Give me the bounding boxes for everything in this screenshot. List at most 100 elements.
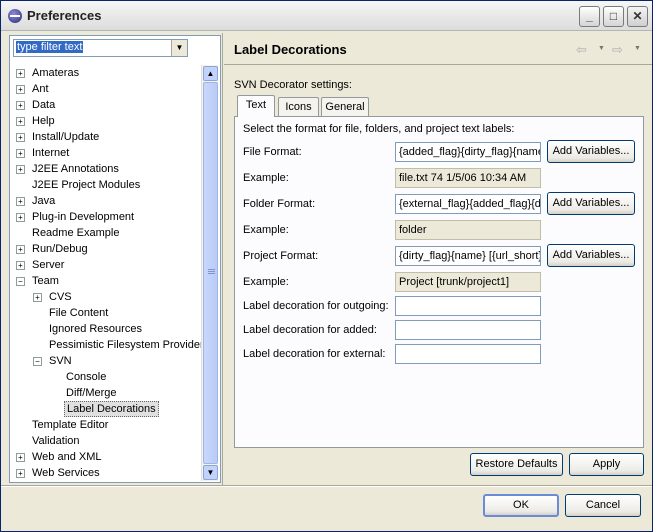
tree-scrollbar[interactable]: ▲ ▼ [201,65,218,481]
folder-format-field[interactable]: {external_flag}{added_flag}{dirty_flag}{… [395,194,541,214]
minimize-button[interactable]: _ [579,6,600,27]
expand-icon[interactable]: + [16,197,25,206]
tree-item[interactable]: Pessimistic Filesystem Provider [13,337,204,353]
tree-item[interactable]: + Help [13,113,201,129]
tree-item-label: Template Editor [32,419,109,431]
tree-item[interactable]: + Web Services [13,465,201,481]
preferences-window: Preferences _ □ ✕ type filter text ▼ + Am… [0,0,653,532]
apply-button[interactable]: Apply [569,453,644,476]
filter-input[interactable]: type filter text [16,41,84,53]
forward-arrow-icon[interactable]: ⇨ [612,42,623,58]
forward-history-dropdown-icon[interactable]: ▼ [634,45,641,52]
tree-item[interactable]: + Amateras [13,65,201,81]
expand-icon[interactable]: + [16,213,25,222]
tree-item[interactable]: + Server [13,257,201,273]
expand-icon[interactable]: + [16,85,25,94]
back-arrow-icon[interactable]: ⇦ [576,42,587,58]
outgoing-decoration-field[interactable] [395,296,541,316]
external-decoration-field[interactable] [395,344,541,364]
cancel-button[interactable]: Cancel [565,494,641,517]
scroll-thumb[interactable] [203,82,218,464]
expand-icon[interactable]: + [16,165,25,174]
tree-item[interactable]: Diff/Merge [13,385,201,401]
expand-icon[interactable]: + [33,293,42,302]
tree-item[interactable]: + Data [13,97,201,113]
tree-item-label: Server [32,259,65,271]
file-example-value: file.txt 74 1/5/06 10:34 AM [395,168,541,188]
tree-item-label: Pessimistic Filesystem Provider [49,339,204,351]
tree-item[interactable]: − SVN [13,353,201,369]
tree-item[interactable]: + Java [13,193,201,209]
tree-item[interactable]: Console [13,369,201,385]
expand-icon[interactable]: + [16,149,25,158]
tree-item[interactable]: + Ant [13,81,201,97]
project-add-variables-button[interactable]: Add Variables... [547,244,635,267]
window-title: Preferences [27,8,102,23]
grip-line [208,269,215,270]
tree-item[interactable]: Readme Example [13,225,201,241]
close-icon: ✕ [632,9,643,23]
tree-item[interactable]: + Install/Update [13,129,201,145]
tree-item-label: Data [32,99,56,111]
tree-item[interactable]: Label Decorations [13,401,201,417]
tree-item-label: SVN [49,355,72,367]
close-button[interactable]: ✕ [627,6,648,27]
tree-item[interactable]: Template Editor [13,417,201,433]
tree-item[interactable]: + CVS [13,289,201,305]
file-example-label: Example: [243,172,289,184]
filter-combo[interactable]: type filter text ▼ [13,39,188,57]
folder-format-label: Folder Format: [243,198,316,210]
tree-item-label: Plug-in Development [32,211,135,223]
tab-text[interactable]: Text [237,95,275,117]
file-format-label: File Format: [243,146,302,158]
tab-icons[interactable]: Icons [278,97,319,117]
tree-item[interactable]: J2EE Project Modules [13,177,201,193]
tree-item-label: CVS [49,291,72,303]
expand-icon[interactable]: + [16,261,25,270]
title-bar[interactable]: Preferences _ □ ✕ [1,1,652,31]
chevron-down-icon: ▼ [175,43,184,52]
maximize-button[interactable]: □ [603,6,624,27]
tree-item[interactable]: Validation [13,433,201,449]
expand-icon[interactable]: + [16,469,25,478]
tree-item[interactable]: + Plug-in Development [13,209,201,225]
collapse-icon[interactable]: − [16,277,25,286]
tree-item-label: Web and XML [32,451,102,463]
scroll-up-button[interactable]: ▲ [203,66,218,81]
tree-item[interactable]: + Run/Debug [13,241,201,257]
expand-icon[interactable]: + [16,133,25,142]
project-format-field[interactable]: {dirty_flag}{name} [{url_short}] [395,246,541,266]
project-format-label: Project Format: [243,250,319,262]
expand-icon[interactable]: + [16,245,25,254]
external-decoration-label: Label decoration for external: [243,348,386,360]
ok-button[interactable]: OK [483,494,559,517]
tab-general[interactable]: General [321,97,369,117]
tree-item[interactable]: Ignored Resources [13,321,201,337]
added-decoration-field[interactable] [395,320,541,340]
tree-item[interactable]: + Internet [13,145,201,161]
added-decoration-label: Label decoration for added: [243,324,377,336]
tree-item[interactable]: File Content [13,305,201,321]
file-format-field[interactable]: {added_flag}{dirty_flag}{name} {revision… [395,142,541,162]
tree-item-label: Ant [32,83,49,95]
expand-icon[interactable]: + [16,117,25,126]
tree-item[interactable]: − Team [13,273,201,289]
pane-divider[interactable] [222,33,223,485]
back-history-dropdown-icon[interactable]: ▼ [598,45,605,52]
scroll-down-button[interactable]: ▼ [203,465,218,480]
tree-item-label: File Content [49,307,109,319]
expand-icon[interactable]: + [16,453,25,462]
filter-dropdown-button[interactable]: ▼ [171,40,187,56]
tree-item-label: Team [32,275,59,287]
restore-defaults-button[interactable]: Restore Defaults [470,453,563,476]
file-add-variables-button[interactable]: Add Variables... [547,140,635,163]
tree-item-label: Amateras [32,67,80,79]
expand-icon[interactable]: + [16,101,25,110]
folder-add-variables-button[interactable]: Add Variables... [547,192,635,215]
collapse-icon[interactable]: − [33,357,42,366]
tree-item[interactable]: + J2EE Annotations [13,161,201,177]
tree-item-label: Diff/Merge [66,387,117,399]
tree-item-label: Internet [32,147,70,159]
tree-item[interactable]: + Web and XML [13,449,201,465]
expand-icon[interactable]: + [16,69,25,78]
